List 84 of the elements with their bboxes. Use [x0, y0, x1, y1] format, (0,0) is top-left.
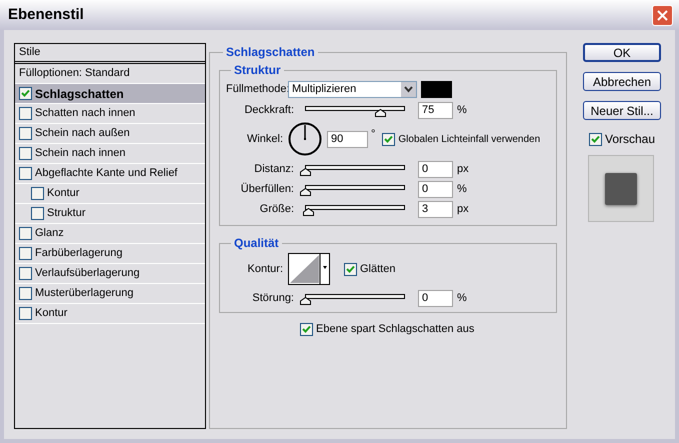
style-list-item[interactable]: Musterüberlagerung [15, 284, 205, 304]
checkbox[interactable] [19, 247, 32, 260]
group-title: Qualität [233, 235, 280, 252]
unit-label: px [457, 162, 469, 177]
checkbox[interactable] [19, 147, 32, 160]
dialog-button[interactable]: Neuer Stil... [583, 101, 661, 120]
preview-square [605, 172, 637, 204]
checkbox[interactable] [382, 132, 396, 146]
value-field[interactable]: 0 [418, 160, 453, 178]
slider-thumb[interactable] [300, 296, 311, 304]
slider-label: Größe: [258, 202, 295, 217]
checkbox[interactable] [19, 287, 32, 300]
slider-label: Überfüllen: [240, 182, 295, 197]
checkbox-label: Glätten [360, 262, 396, 277]
style-label: Schein nach außen [35, 126, 130, 142]
value-field[interactable]: 0 [418, 290, 453, 306]
checkbox[interactable] [300, 322, 313, 336]
style-list-item[interactable]: Kontur [15, 304, 205, 324]
close-icon [657, 10, 668, 20]
blend-mode-dropdown[interactable]: Multiplizieren [288, 80, 417, 98]
checkbox[interactable] [19, 267, 32, 280]
contour-picker[interactable] [288, 253, 330, 285]
value-field[interactable]: 3 [418, 200, 453, 218]
color-swatch[interactable] [421, 80, 452, 98]
checkbox[interactable] [344, 262, 357, 276]
checkbox-label: Vorschau [605, 131, 656, 148]
style-label: Struktur [47, 206, 86, 222]
checkbox-label: Globalen Lichteinfall verwenden [398, 132, 540, 146]
unit-label: px [457, 202, 469, 217]
style-list-item[interactable]: Kontur [15, 184, 205, 204]
chevron-down-icon [401, 82, 416, 96]
checkbox[interactable] [19, 307, 32, 320]
style-list-item[interactable]: Glanz [15, 224, 205, 244]
group-title: Struktur [233, 62, 282, 79]
window-title: Ebenenstil [8, 4, 84, 25]
style-list-item[interactable]: Abgeflachte Kante und Relief [15, 164, 205, 184]
style-list-item[interactable]: Schein nach außen [15, 124, 205, 144]
checkbox[interactable] [31, 207, 44, 220]
checkbox[interactable] [31, 187, 44, 200]
slider-label: Distanz: [253, 162, 295, 177]
checkbox-label: Ebene spart Schlagschatten aus [316, 322, 474, 337]
blend-mode-label: Füllmethode: [226, 82, 288, 97]
style-label: Musterüberlagerung [35, 286, 134, 302]
group-title: Schlagschatten [225, 44, 316, 61]
slider-thumb[interactable] [300, 188, 311, 196]
style-list-item[interactable]: Farbüberlagerung [15, 244, 205, 264]
contour-label: Kontur: [246, 262, 284, 277]
slider-label: Deckkraft: [243, 102, 295, 118]
checkbox[interactable] [19, 127, 32, 140]
style-label: Kontur [47, 186, 80, 202]
slider-thumb[interactable] [300, 168, 311, 176]
style-label: Schatten nach innen [35, 106, 136, 122]
checkbox[interactable] [589, 132, 602, 146]
angle-dial[interactable] [288, 122, 322, 156]
style-list-item[interactable]: Schatten nach innen [15, 104, 205, 124]
unit-label: % [457, 102, 467, 118]
style-label: Kontur [35, 306, 68, 322]
checkbox[interactable] [19, 107, 32, 120]
dialog-button[interactable]: OK [583, 43, 661, 62]
checkbox[interactable] [19, 167, 32, 180]
close-button[interactable] [652, 4, 673, 26]
slider-label: Störung: [251, 290, 295, 306]
checkbox[interactable] [19, 87, 32, 100]
unit-label: % [457, 290, 467, 306]
style-label: Abgeflachte Kante und Relief [35, 166, 178, 182]
style-list-item[interactable]: Verlaufsüberlagerung [15, 264, 205, 284]
style-label: Farbüberlagerung [35, 246, 122, 262]
value-field[interactable]: 75 [418, 102, 453, 118]
unit-label: % [457, 182, 467, 197]
list-header: Stile [19, 45, 40, 60]
style-label: Fülloptionen: Standard [19, 66, 130, 82]
angle-field[interactable]: 90 [327, 130, 368, 148]
style-label: Schlagschatten [35, 86, 124, 102]
style-list-item[interactable]: Schein nach innen [15, 144, 205, 164]
style-label: Verlaufsüberlagerung [35, 266, 140, 282]
dialog-button[interactable]: Abbrechen [583, 72, 661, 91]
style-list-item[interactable]: Schlagschatten [15, 84, 205, 104]
value-field[interactable]: 0 [418, 180, 453, 198]
unit-label: ° [371, 127, 376, 142]
style-label: Schein nach innen [35, 146, 126, 162]
angle-label: Winkel: [246, 132, 284, 147]
style-list-item[interactable]: Struktur [15, 204, 205, 224]
style-label: Glanz [35, 226, 64, 242]
checkbox[interactable] [19, 227, 32, 240]
